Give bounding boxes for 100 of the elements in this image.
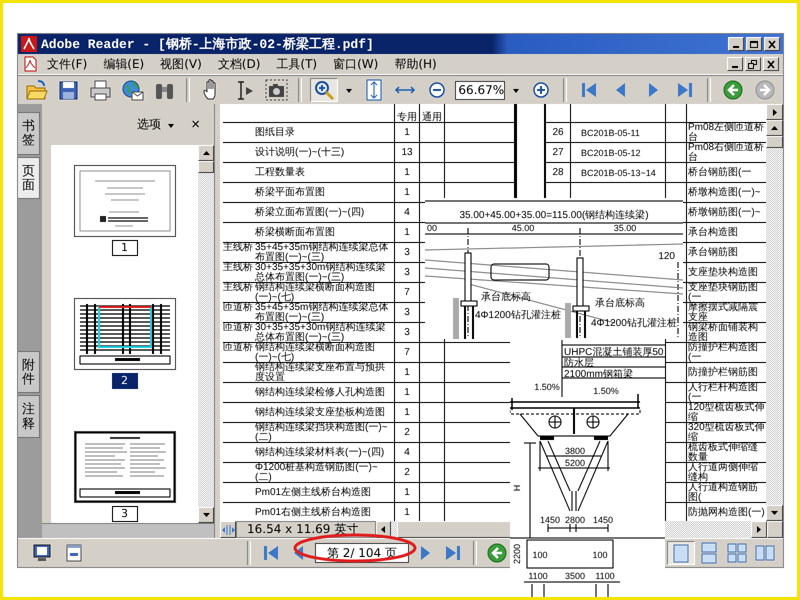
expand-button[interactable] xyxy=(766,104,783,120)
triangle-down-icon[interactable] xyxy=(202,511,210,519)
pdf-document-icon xyxy=(22,56,38,72)
side-tab[interactable]: 注释 xyxy=(18,395,40,438)
maximize-button[interactable] xyxy=(746,37,762,51)
window-title: Adobe Reader - [钢桥-上海市政-02-桥梁工程.pdf] xyxy=(41,36,375,53)
close-panel-button[interactable]: × xyxy=(189,116,202,133)
side-tab[interactable]: 附件 xyxy=(18,350,40,394)
scroll-thumb[interactable] xyxy=(198,161,214,173)
table-cell: 支座垫块构造图 xyxy=(688,268,758,278)
table-cell: 3 xyxy=(404,248,410,258)
zoom-in-icon[interactable] xyxy=(531,80,552,100)
triangle-right-icon[interactable] xyxy=(770,108,778,116)
window-icon[interactable] xyxy=(64,543,84,563)
scroll-down-button[interactable] xyxy=(766,505,783,521)
table-cell: 钢结构连续梁检修人孔构造图 xyxy=(255,388,385,398)
scroll-up-button[interactable] xyxy=(198,145,214,161)
menu-item[interactable]: 窗口(W) xyxy=(326,56,386,72)
side-tab[interactable]: 页面 xyxy=(18,156,40,200)
table-cell: 1 xyxy=(404,488,410,498)
close-icon[interactable] xyxy=(767,40,777,48)
vertical-scrollbar[interactable] xyxy=(198,145,214,523)
menu-item[interactable]: 帮助(H) xyxy=(387,56,444,72)
options-menu-button[interactable]: 选项 xyxy=(137,116,176,133)
table-cell: 28 xyxy=(552,168,564,178)
table-cell: BC201B-05-13~14 xyxy=(581,168,656,178)
table-cell: 27 xyxy=(552,148,564,158)
table-cell: 1 xyxy=(404,168,410,178)
triangle-up-icon[interactable] xyxy=(202,149,210,157)
column-header: 专用 xyxy=(397,113,417,123)
table-cell: 承台构造图 xyxy=(688,228,738,238)
caret-icon[interactable] xyxy=(344,86,353,94)
document-close-icon[interactable] xyxy=(766,60,776,68)
table-cell: 4 xyxy=(404,448,410,458)
table-cell: 图纸目录 xyxy=(255,128,295,138)
page-size-label: 16.54 x 11.69 英寸 xyxy=(236,521,376,538)
scroll-down-button[interactable] xyxy=(198,507,214,523)
table-cell: 1 xyxy=(404,388,410,398)
table-cell: 2 xyxy=(404,468,410,478)
table-cell: 1 xyxy=(404,128,410,138)
vertical-scrollbar[interactable] xyxy=(766,104,783,521)
table-cell: 7 xyxy=(404,348,410,358)
menu-item[interactable]: 文档(D) xyxy=(210,56,268,72)
table-cell: 防抛网构造图(一) xyxy=(688,508,765,518)
page-thumbnail[interactable] xyxy=(74,165,176,237)
caret-icon[interactable] xyxy=(512,86,520,94)
scroll-thumb[interactable] xyxy=(766,136,783,148)
table-cell: 3 xyxy=(404,308,410,318)
menu-item[interactable]: 编辑(E) xyxy=(96,56,152,72)
zoom-out-icon[interactable] xyxy=(427,80,448,100)
minimize-button[interactable] xyxy=(728,37,744,51)
table-cell: 桥台钢筋图(一 xyxy=(688,168,752,178)
triangle-up-icon[interactable] xyxy=(770,124,779,132)
table-cell: 3 xyxy=(404,268,410,278)
document-restore-icon[interactable] xyxy=(748,60,758,68)
menu-item[interactable]: 工具(T) xyxy=(269,56,324,72)
table-cell: 1 xyxy=(404,508,410,518)
triangle-right-icon[interactable] xyxy=(755,525,763,534)
table-cell: Pm01左侧主线桥台构造图 xyxy=(255,488,372,498)
monitor-icon[interactable] xyxy=(32,543,52,563)
table-cell: 3 xyxy=(404,328,410,338)
table-cell: 防撞护栏钢筋图 xyxy=(688,368,758,378)
table-cell: Pm01右侧主线桥台构造图 xyxy=(255,508,372,518)
scroll-up-button[interactable] xyxy=(766,120,783,136)
close-button[interactable] xyxy=(764,37,780,51)
document-close-button[interactable] xyxy=(763,57,779,71)
table-cell: 1 xyxy=(404,368,410,378)
table-cell: 1 xyxy=(404,408,410,418)
table-cell: 4 xyxy=(404,208,410,218)
table-cell: 桥墩钢筋图(一)~ xyxy=(688,208,760,218)
triangle-left-icon[interactable] xyxy=(379,525,388,534)
column-header: 通用 xyxy=(422,113,442,123)
document-minimize-button[interactable] xyxy=(727,57,743,71)
menu-item[interactable]: 文件(F) xyxy=(40,56,94,72)
page-number-label[interactable]: 2 xyxy=(112,373,138,389)
table-cell: 桥梁立面布置图(一)~(四) xyxy=(255,208,364,218)
menu-item[interactable]: 视图(V) xyxy=(153,56,209,72)
table-cell: 设计说明(一)~(十三) xyxy=(255,148,344,158)
table-cell: 钢结构连续梁材料表(一)~(四) xyxy=(255,448,384,458)
maximize-icon[interactable] xyxy=(749,40,759,48)
app-logo-icon xyxy=(21,36,37,52)
side-tab[interactable]: 书签 xyxy=(18,112,40,155)
table-cell: BC201B-05-12 xyxy=(581,148,641,158)
document-restore-button[interactable] xyxy=(745,57,761,71)
page-thumbnail[interactable] xyxy=(74,431,176,503)
table-cell: BC201B-05-11 xyxy=(581,128,640,138)
scroll-right-button[interactable] xyxy=(751,521,767,538)
table-cell: 1 xyxy=(404,228,410,238)
table-cell: 7 xyxy=(404,288,410,298)
table-cell: 桥梁横断面布置图 xyxy=(255,228,335,238)
page-number-label[interactable]: 1 xyxy=(112,240,138,256)
table-cell: 工程数量表 xyxy=(255,168,305,178)
table-cell: 钢结构连续梁支座垫板构造图 xyxy=(255,408,385,418)
zoom-field[interactable]: 66.67% xyxy=(455,80,506,100)
page-thumbnail[interactable] xyxy=(74,298,176,370)
triangle-down-icon[interactable] xyxy=(770,509,779,517)
table-cell: 13 xyxy=(401,148,413,158)
table-cell: 1 xyxy=(404,188,410,198)
page-number-label[interactable]: 3 xyxy=(112,506,138,522)
table-cell: 26 xyxy=(552,128,564,138)
